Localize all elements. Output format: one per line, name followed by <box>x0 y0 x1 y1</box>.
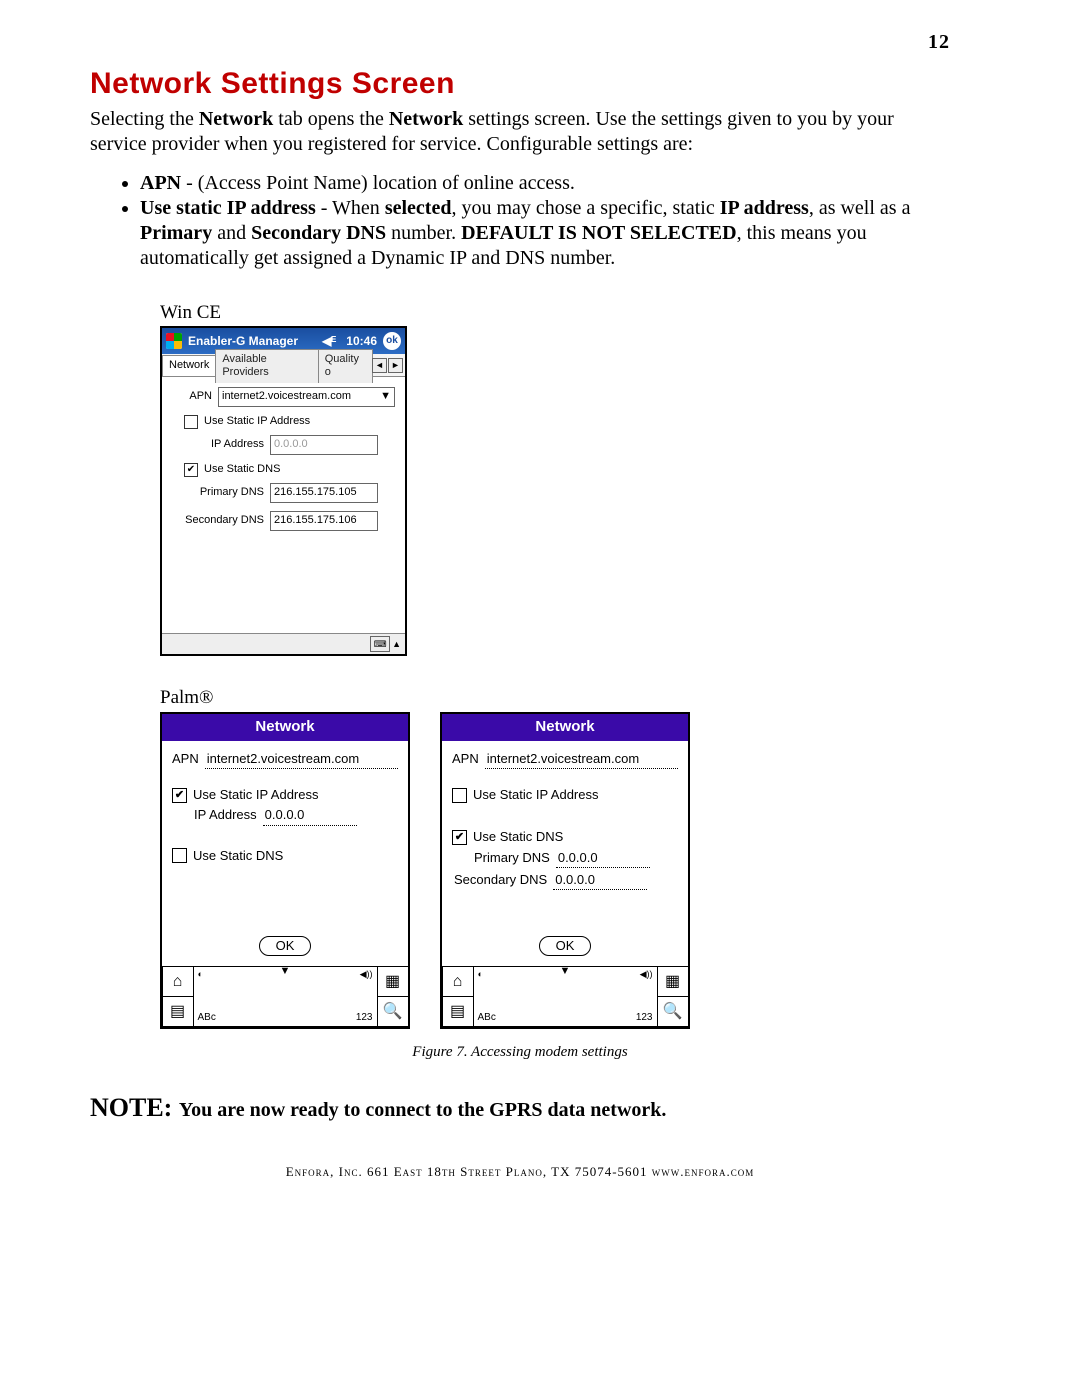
menu-icon[interactable]: ▤ <box>442 996 474 1027</box>
wince-screenshot: Enabler-G Manager ◀ᴱ 10:46 ok Network Av… <box>160 326 407 656</box>
palm-static-dns-checkbox[interactable]: ✔ <box>452 830 467 845</box>
scroll-arrow-icon: ▼ <box>280 965 291 979</box>
palm-primary-dns-label: Primary DNS <box>474 850 550 866</box>
palm-silkscreen: ⌂ ▤ ◐ ▼ ◀)) ABc 123 ▦ 🔍 <box>442 966 688 1027</box>
use-static-dns-checkbox[interactable]: ✔ <box>184 463 198 477</box>
find-icon[interactable]: 🔍 <box>377 996 409 1027</box>
palm-title: Network <box>162 714 408 741</box>
palm-static-ip-label: Use Static IP Address <box>193 787 319 803</box>
tab-bar: Network Available Providers Quality o ◄ … <box>162 354 405 377</box>
speaker-icon[interactable]: ◀ᴱ <box>322 334 336 349</box>
graffiti-123: 123 <box>636 1012 653 1025</box>
graffiti-abc: ABc <box>198 1012 216 1025</box>
tab-scroll-right[interactable]: ► <box>388 358 403 373</box>
ok-button[interactable]: ok <box>383 332 401 350</box>
app-title: Enabler-G Manager <box>188 334 318 349</box>
footer: Enfora, Inc. 661 East 18th Street Plano,… <box>90 1164 950 1180</box>
primary-dns-label: Primary DNS <box>172 486 264 500</box>
page-heading: Network Settings Screen <box>90 65 950 103</box>
tab-network[interactable]: Network <box>162 355 216 376</box>
ip-address-field[interactable]: 0.0.0.0 <box>270 435 378 455</box>
sip-arrow-icon[interactable]: ▲ <box>392 639 401 650</box>
apn-combo[interactable]: internet2.voicestream.com▼ <box>218 387 395 407</box>
figure-caption: Figure 7. Accessing modem settings <box>90 1043 950 1062</box>
graffiti-abc: ABc <box>478 1012 496 1025</box>
wince-label: Win CE <box>160 301 950 325</box>
tab-scroll-left[interactable]: ◄ <box>372 358 387 373</box>
palm-static-dns-checkbox[interactable] <box>172 848 187 863</box>
palm-apn-label: APN <box>452 751 479 767</box>
palm-screenshot-right: Network APN internet2.voicestream.com Us… <box>440 712 690 1029</box>
primary-dns-field[interactable]: 216.155.175.105 <box>270 483 378 503</box>
speaker-icon: ◀)) <box>640 969 653 980</box>
palm-silkscreen: ⌂ ▤ ◐ ▼ ◀)) ABc 123 ▦ 🔍 <box>162 966 408 1027</box>
secondary-dns-label: Secondary DNS <box>172 514 264 528</box>
ip-address-label: IP Address <box>172 438 264 452</box>
speaker-icon: ◀)) <box>360 969 373 980</box>
page-number: 12 <box>90 30 950 55</box>
bullet-static-ip: Use static IP address - When selected, y… <box>140 196 950 271</box>
graffiti-123: 123 <box>356 1012 373 1025</box>
calc-icon[interactable]: ▦ <box>377 966 409 997</box>
palm-ok-button[interactable]: OK <box>259 936 312 956</box>
use-static-dns-label: Use Static DNS <box>204 463 280 477</box>
palm-ok-button[interactable]: OK <box>539 936 592 956</box>
menu-icon[interactable]: ▤ <box>162 996 194 1027</box>
use-static-ip-label: Use Static IP Address <box>204 415 310 429</box>
palm-secondary-dns-label: Secondary DNS <box>454 872 547 888</box>
palm-static-dns-label: Use Static DNS <box>193 848 283 864</box>
palm-static-dns-label: Use Static DNS <box>473 829 563 845</box>
windows-flag-icon[interactable] <box>166 333 182 349</box>
palm-secondary-dns-field[interactable]: 0.0.0.0 <box>553 872 647 890</box>
graffiti-area[interactable]: ◐ ▼ ◀)) ABc 123 <box>473 966 658 1027</box>
palm-static-ip-label: Use Static IP Address <box>473 787 599 803</box>
graffiti-area[interactable]: ◐ ▼ ◀)) ABc 123 <box>193 966 378 1027</box>
palm-apn-field[interactable]: internet2.voicestream.com <box>485 751 678 769</box>
use-static-ip-checkbox[interactable] <box>184 415 198 429</box>
palm-ip-field[interactable]: 0.0.0.0 <box>263 807 357 825</box>
find-icon[interactable]: 🔍 <box>657 996 689 1027</box>
home-icon[interactable]: ⌂ <box>442 966 474 997</box>
dropdown-arrow-icon: ▼ <box>380 390 391 404</box>
bullet-apn: APN - (Access Point Name) location of on… <box>140 171 950 196</box>
palm-ip-label: IP Address <box>194 807 257 823</box>
wince-bottom-bar: ⌨ ▲ <box>162 633 405 654</box>
calc-icon[interactable]: ▦ <box>657 966 689 997</box>
scroll-arrow-icon: ▼ <box>560 965 571 979</box>
brightness-icon: ◐ <box>478 969 483 980</box>
secondary-dns-field[interactable]: 216.155.175.106 <box>270 511 378 531</box>
palm-apn-field[interactable]: internet2.voicestream.com <box>205 751 398 769</box>
bullet-list: APN - (Access Point Name) location of on… <box>90 171 950 271</box>
palm-apn-label: APN <box>172 751 199 767</box>
clock: 10:46 <box>346 334 377 349</box>
palm-primary-dns-field[interactable]: 0.0.0.0 <box>556 850 650 868</box>
home-icon[interactable]: ⌂ <box>162 966 194 997</box>
apn-label: APN <box>172 390 212 404</box>
palm-screenshot-left: Network APN internet2.voicestream.com ✔ … <box>160 712 410 1029</box>
intro-paragraph: Selecting the Network tab opens the Netw… <box>90 107 950 157</box>
palm-title: Network <box>442 714 688 741</box>
brightness-icon: ◐ <box>198 969 203 980</box>
keyboard-icon[interactable]: ⌨ <box>370 636 390 652</box>
palm-label: Palm® <box>160 686 950 710</box>
note-line: NOTE: You are now ready to connect to th… <box>90 1092 950 1125</box>
palm-static-ip-checkbox[interactable]: ✔ <box>172 788 187 803</box>
palm-static-ip-checkbox[interactable] <box>452 788 467 803</box>
